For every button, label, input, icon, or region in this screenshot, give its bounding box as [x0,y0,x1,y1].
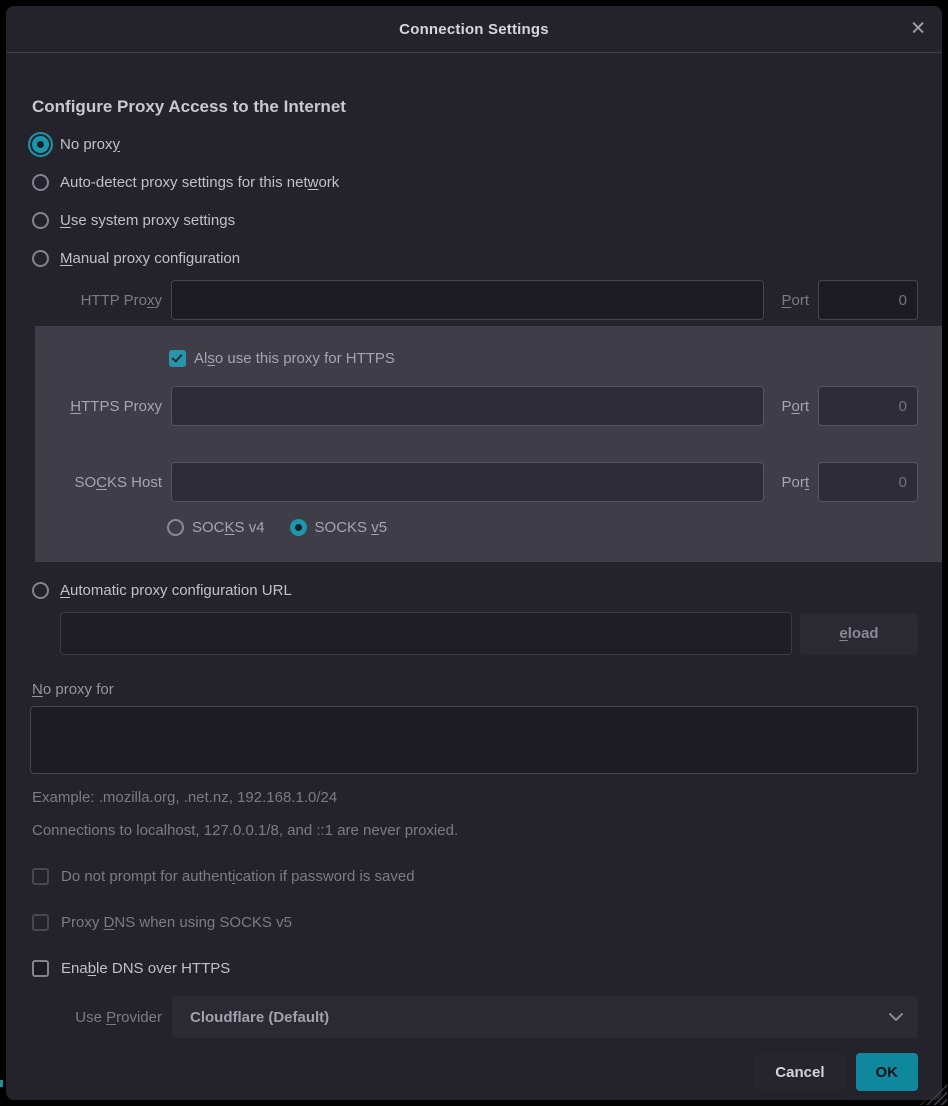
no-proxy-for-textarea[interactable] [30,706,918,774]
proxy-dns-checkbox[interactable] [32,914,49,931]
enable-doh-checkbox[interactable] [32,960,49,977]
auto-url-input-row: eload [60,612,918,655]
no-proxy-example-text: Example: .mozilla.org, .net.nz, 192.168.… [32,789,918,806]
page-title: Configure Proxy Access to the Internet [32,97,918,117]
http-port-label: Port [773,292,809,309]
radio-socks-v4-label: SOCKS v4 [192,519,265,536]
radio-auto-url[interactable] [32,582,49,599]
proxy-dns-row[interactable]: Proxy DNS when using SOCKS v5 [30,899,918,945]
radio-row-system-proxy[interactable]: Use system proxy settings [30,201,918,239]
also-https-label: Also use this proxy for HTTPS [194,350,395,367]
radio-manual-proxy[interactable] [32,250,49,267]
radio-auto-detect[interactable] [32,174,49,191]
use-provider-label: Use Provider [30,1009,162,1026]
radio-no-proxy[interactable] [32,136,49,153]
socks-port-label: Port [773,474,809,491]
dialog-content: Configure Proxy Access to the Internet N… [6,97,942,1091]
https-proxy-label: HTTPS Proxy [35,398,162,415]
radio-row-auto-detect[interactable]: Auto-detect proxy settings for this netw… [30,163,918,201]
enable-doh-label: Enable DNS over HTTPS [61,960,230,977]
dialog-title: Connection Settings [399,21,549,38]
radio-socks-v5[interactable] [290,519,307,536]
provider-select[interactable]: Cloudflare (Default) [172,996,918,1038]
close-icon[interactable]: ✕ [910,20,926,39]
radio-socks-v4[interactable] [167,519,184,536]
http-proxy-label: HTTP Proxy [30,292,162,309]
also-https-checkbox[interactable] [169,350,186,367]
http-port-input[interactable] [818,280,918,320]
auto-url-input[interactable] [60,612,792,655]
radio-auto-detect-label: Auto-detect proxy settings for this netw… [60,174,339,191]
dialog-titlebar: Connection Settings ✕ [6,6,942,53]
also-https-row[interactable]: Also use this proxy for HTTPS [167,338,918,378]
socks-version-row: SOCKS v4 SOCKS v5 [167,510,918,544]
https-proxy-input[interactable] [171,386,764,426]
socks-host-input[interactable] [171,462,764,502]
socks-port-input[interactable] [818,462,918,502]
highlighted-section: Also use this proxy for HTTPS HTTPS Prox… [35,326,942,562]
background-page-sliver [0,1080,3,1087]
no-proxy-note-text: Connections to localhost, 127.0.0.1/8, a… [32,822,918,839]
socks-host-row: SOCKS Host Port [35,462,918,502]
proxy-dns-label: Proxy DNS when using SOCKS v5 [61,914,292,931]
radio-auto-url-label: Automatic proxy configuration URL [60,582,292,599]
radio-no-proxy-label: No proxy [60,136,120,153]
chevron-down-icon [888,1012,904,1022]
no-prompt-auth-checkbox[interactable] [32,868,49,885]
doh-provider-row: Use Provider Cloudflare (Default) [30,996,918,1038]
radio-system-proxy[interactable] [32,212,49,229]
enable-doh-row[interactable]: Enable DNS over HTTPS [30,945,918,991]
ok-button[interactable]: OK [856,1053,919,1091]
options-checkbox-group: Do not prompt for authentication if pass… [30,853,918,991]
https-port-input[interactable] [818,386,918,426]
cancel-button[interactable]: Cancel [754,1053,845,1091]
reload-button[interactable]: eload [800,613,918,655]
radio-socks-v5-label: SOCKS v5 [315,519,388,536]
connection-settings-dialog: Connection Settings ✕ Configure Proxy Ac… [6,6,942,1100]
radio-row-auto-url[interactable]: Automatic proxy configuration URL [30,570,918,610]
https-port-label: Port [773,398,809,415]
https-proxy-row: HTTPS Proxy Port [35,386,918,426]
provider-select-value: Cloudflare (Default) [190,1009,329,1026]
radio-system-proxy-label: Use system proxy settings [60,212,235,229]
http-proxy-row: HTTP Proxy Port [30,280,918,320]
radio-row-no-proxy[interactable]: No proxy [30,125,918,163]
http-proxy-input[interactable] [171,280,764,320]
radio-manual-proxy-label: Manual proxy configuration [60,250,240,267]
dialog-actions: Cancel OK [30,1053,918,1091]
no-prompt-auth-row[interactable]: Do not prompt for authentication if pass… [30,853,918,899]
radio-row-manual-proxy[interactable]: Manual proxy configuration [30,239,918,277]
socks-host-label: SOCKS Host [35,474,162,491]
no-proxy-for-label: No proxy for [32,681,918,698]
no-prompt-auth-label: Do not prompt for authentication if pass… [61,868,415,885]
